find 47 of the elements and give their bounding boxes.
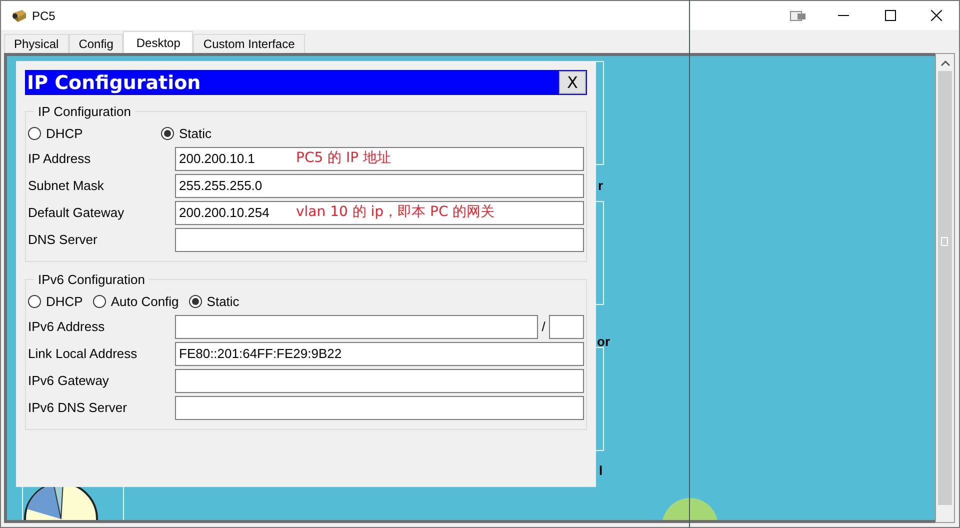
maximize-icon[interactable]	[884, 10, 896, 21]
field-label: IPv6 Address	[28, 319, 106, 334]
tab[interactable]: Config	[68, 34, 124, 53]
annotation-text: PC5 的 IP 地址	[296, 149, 392, 167]
dialog-title: IP Configuration	[26, 72, 201, 94]
minimize-icon[interactable]	[838, 14, 850, 16]
radio-label: Static	[206, 294, 240, 308]
input-field[interactable]	[175, 228, 584, 252]
group-title: IPv6 Configuration	[37, 272, 146, 287]
scrollbar[interactable]	[935, 53, 955, 523]
radio-button[interactable]	[28, 126, 41, 140]
scroll-thumb[interactable]	[941, 237, 948, 246]
input-field[interactable]: FE80::201:64FF:FE29:9B22	[175, 342, 584, 366]
close-icon[interactable]	[930, 10, 942, 21]
desktop-label: r	[598, 178, 604, 193]
radio-button[interactable]	[188, 294, 202, 308]
radio-button[interactable]	[161, 126, 174, 140]
tab[interactable]: Desktop	[123, 31, 194, 53]
input-field[interactable]	[175, 314, 538, 338]
desktop-label: l	[599, 463, 603, 478]
radio-label: DHCP	[46, 294, 83, 308]
field-label: Subnet Mask	[28, 178, 105, 193]
field-label: IPv6 DNS Server	[28, 400, 128, 415]
window-title: PC5	[32, 8, 56, 22]
field-label: Link Local Address	[28, 346, 138, 361]
radio-button[interactable]	[92, 294, 106, 308]
desktop-label: or	[597, 334, 610, 349]
field-label: IPv6 Gateway	[28, 373, 110, 388]
group-title: IP Configuration	[37, 104, 132, 119]
tab[interactable]: Custom Interface	[193, 34, 305, 53]
field-label: IP Address	[28, 151, 92, 166]
pc-icon	[10, 8, 28, 24]
prefix-field[interactable]	[549, 314, 584, 338]
window-mode-icon[interactable]	[790, 10, 806, 20]
annotation-text: vlan 10 的 ip，即本 PC 的网关	[296, 203, 495, 221]
radio-label: DHCP	[46, 126, 83, 140]
slash-separator: /	[540, 319, 546, 334]
radio-label: Auto Config	[110, 294, 179, 308]
field-label: Default Gateway	[28, 205, 126, 220]
field-label: DNS Server	[28, 232, 98, 247]
radio-label: Static	[179, 126, 212, 140]
tab[interactable]: Physical	[4, 34, 69, 53]
input-field[interactable]: 255.255.255.0	[175, 174, 584, 198]
radio-button[interactable]	[28, 294, 41, 308]
close-button[interactable]: X	[559, 71, 586, 94]
input-field[interactable]	[175, 396, 584, 420]
input-field[interactable]	[175, 368, 584, 392]
